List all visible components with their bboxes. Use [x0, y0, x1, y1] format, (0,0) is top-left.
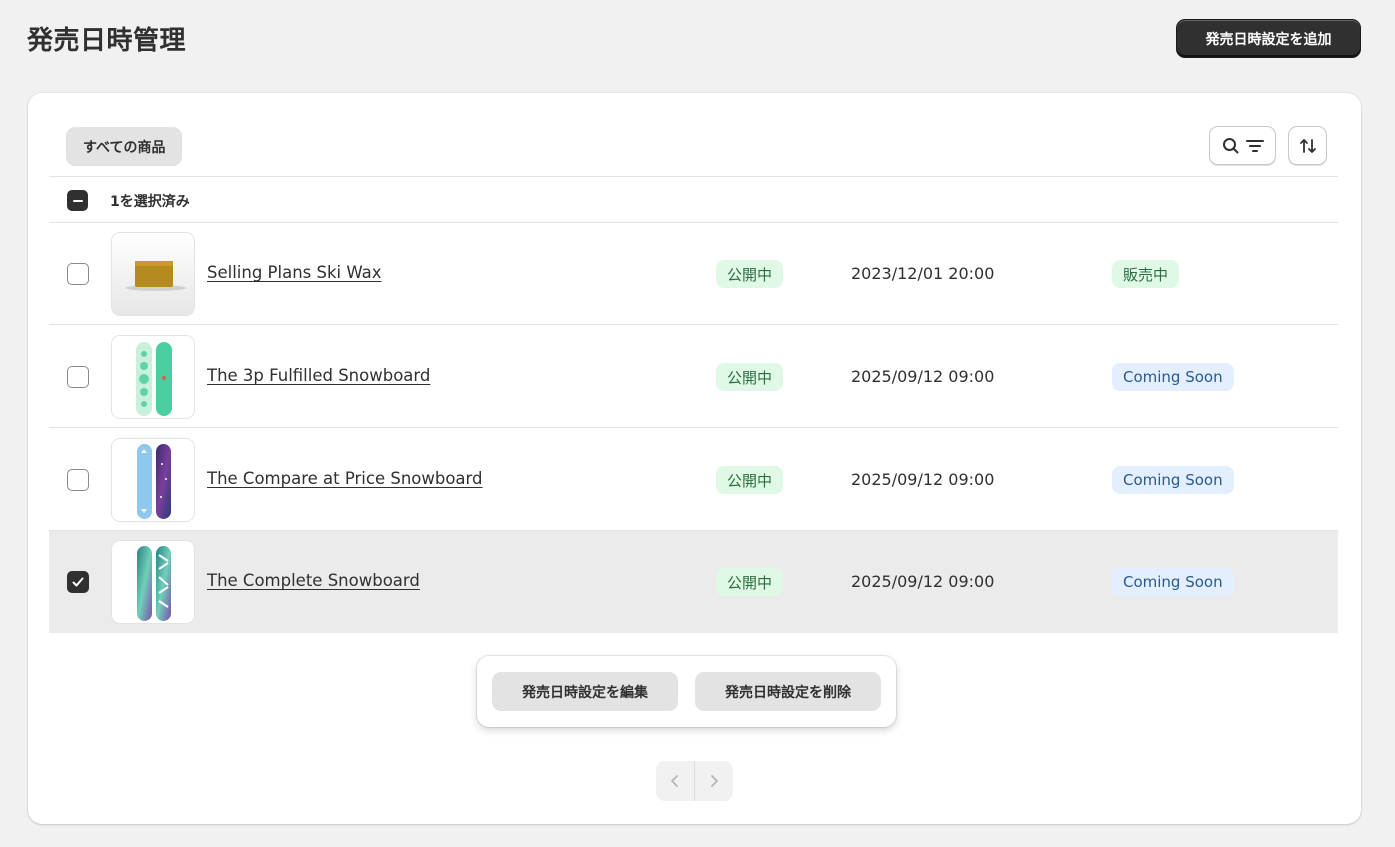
search-icon	[1222, 137, 1238, 153]
status-badge: 公開中	[716, 466, 784, 494]
minus-icon	[72, 199, 83, 202]
sale-status-badge: Coming Soon	[1112, 363, 1234, 391]
product-thumbnail	[111, 335, 195, 419]
select-all-checkbox[interactable]	[67, 190, 88, 211]
release-datetime: 2023/12/01 20:00	[851, 264, 995, 283]
product-name-link[interactable]: The Complete Snowboard	[207, 571, 420, 590]
sale-status-badge: Coming Soon	[1112, 466, 1234, 494]
pagination	[656, 761, 733, 801]
table-row[interactable]: The Complete Snowboard 公開中 2025/09/12 09…	[49, 531, 1338, 633]
product-name-link[interactable]: Selling Plans Ski Wax	[207, 263, 382, 282]
selection-count: 1を選択済み	[110, 194, 190, 210]
delete-release-setting-button[interactable]: 発売日時設定を削除	[695, 672, 881, 711]
products-card: すべての商品 1を選択済み Selling Plans Ski Wax 公開中 …	[28, 93, 1361, 824]
filter-icon	[1245, 139, 1264, 152]
product-thumbnail	[111, 438, 195, 522]
release-datetime: 2025/09/12 09:00	[851, 572, 995, 591]
release-datetime: 2025/09/12 09:00	[851, 367, 995, 386]
tab-all-products[interactable]: すべての商品	[66, 127, 183, 166]
release-datetime: 2025/09/12 09:00	[851, 470, 995, 489]
row-checkbox[interactable]	[67, 366, 89, 388]
sort-button[interactable]	[1288, 126, 1327, 165]
product-thumbnail	[111, 232, 195, 316]
status-badge: 公開中	[716, 363, 784, 391]
search-filter-button[interactable]	[1209, 126, 1276, 165]
product-name-link[interactable]: The 3p Fulfilled Snowboard	[207, 366, 430, 385]
row-checkbox[interactable]	[67, 263, 89, 285]
status-badge: 公開中	[716, 568, 784, 596]
edit-release-setting-button[interactable]: 発売日時設定を編集	[492, 672, 678, 711]
product-name-link[interactable]: The Compare at Price Snowboard	[207, 469, 483, 488]
sale-status-badge: Coming Soon	[1112, 568, 1234, 596]
next-page-button[interactable]	[695, 761, 733, 801]
table-row[interactable]: The Compare at Price Snowboard 公開中 2025/…	[49, 429, 1338, 531]
chevron-left-icon	[671, 775, 678, 787]
table-row[interactable]: Selling Plans Ski Wax 公開中 2023/12/01 20:…	[49, 223, 1338, 325]
add-release-setting-button[interactable]: 発売日時設定を追加	[1176, 19, 1361, 58]
bulk-action-bar: 発売日時設定を編集 発売日時設定を削除	[477, 656, 896, 727]
table-row[interactable]: The 3p Fulfilled Snowboard 公開中 2025/09/1…	[49, 326, 1338, 428]
row-checkbox[interactable]	[67, 571, 89, 593]
row-checkbox[interactable]	[67, 469, 89, 491]
sale-status-badge: 販売中	[1112, 260, 1180, 288]
status-badge: 公開中	[716, 260, 784, 288]
checkmark-icon	[72, 577, 84, 587]
sort-icon	[1299, 138, 1316, 153]
chevron-right-icon	[711, 775, 718, 787]
page-title: 発売日時管理	[27, 26, 187, 56]
selection-header: 1を選択済み	[49, 177, 1338, 223]
product-thumbnail	[111, 540, 195, 624]
prev-page-button[interactable]	[656, 761, 694, 801]
